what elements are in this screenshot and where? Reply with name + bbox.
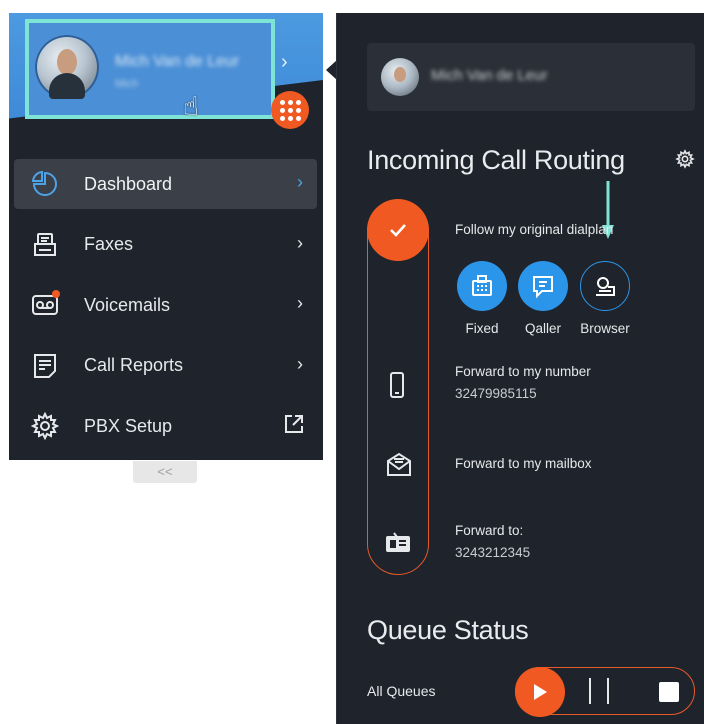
sidebar-item-dashboard[interactable]: Dashboard › <box>14 159 317 209</box>
sidebar-item-label: Call Reports <box>84 355 184 375</box>
hand-cursor-icon: ☝ <box>183 91 199 121</box>
sidebar-item-label: Dashboard <box>84 173 173 194</box>
device-fixed-button[interactable] <box>457 261 507 311</box>
device-browser-label: Browser <box>580 321 630 336</box>
sidebar-item-faxes[interactable]: Faxes › <box>14 220 317 270</box>
sidebar-item-voicemails[interactable]: Voicemails › <box>14 280 317 330</box>
user-subtitle: Mich <box>115 78 139 90</box>
user-profile-button[interactable]: Mich Van de Leur Mich ☝ <box>25 19 275 121</box>
mobile-phone-icon[interactable] <box>385 371 409 404</box>
device-qaller-button[interactable] <box>518 261 568 311</box>
avatar <box>35 35 99 99</box>
dialplan-option-selected[interactable] <box>367 199 429 261</box>
sidebar-item-call-reports[interactable]: Call Reports › <box>14 341 317 391</box>
dialpad-button[interactable] <box>271 91 309 129</box>
chevron-right-icon: › <box>297 172 303 192</box>
queue-label: All Queues <box>367 683 436 699</box>
panel-user-card[interactable]: Mich Van de Leur <box>367 43 695 111</box>
fax-icon <box>30 230 60 260</box>
sidebar: Mich Van de Leur Mich ☝ › Dashboard › Fa… <box>9 13 323 460</box>
device-browser-button[interactable] <box>580 261 630 311</box>
device-qaller-label: Qaller <box>524 321 561 336</box>
sidebar-item-pbx-setup[interactable]: PBX Setup <box>14 401 317 451</box>
routing-title: Incoming Call Routing <box>367 145 625 175</box>
notification-badge <box>52 290 60 298</box>
chevron-right-icon: › <box>297 293 303 313</box>
chevron-right-icon: › <box>297 232 303 253</box>
report-icon <box>30 351 60 381</box>
voicemail-icon <box>30 290 60 320</box>
option-number-value: 32479985115 <box>455 386 537 401</box>
sidebar-item-label: PBX Setup <box>84 415 173 436</box>
chevron-right-icon: › <box>297 353 303 374</box>
external-link-icon <box>283 413 305 440</box>
avatar <box>381 58 419 96</box>
gear-icon <box>30 411 60 441</box>
pause-button[interactable] <box>589 678 609 704</box>
option-number-label: Forward to my number <box>455 364 591 379</box>
sidebar-nav: Dashboard › Faxes › Voicemails › Call Re… <box>14 159 317 460</box>
call-routing-panel: Mich Van de Leur Incoming Call Routing F… <box>336 13 704 724</box>
mailbox-icon[interactable] <box>385 451 413 482</box>
play-button[interactable] <box>515 667 565 717</box>
sidebar-item-label: Voicemails <box>84 294 171 315</box>
queue-title: Queue Status <box>367 615 529 645</box>
option-dialplan-label: Follow my original dialplan <box>455 222 614 237</box>
pie-chart-icon <box>30 169 60 199</box>
chevron-right-icon[interactable]: › <box>281 51 288 74</box>
option-forward-value: 3243212345 <box>455 545 531 560</box>
stop-button[interactable] <box>659 682 679 702</box>
user-name: Mich Van de Leur <box>115 53 240 70</box>
device-fixed-label: Fixed <box>465 321 499 336</box>
sidebar-header: Mich Van de Leur Mich ☝ › <box>9 13 323 148</box>
option-forward-label: Forward to: <box>455 523 524 538</box>
forward-device-icon[interactable] <box>385 532 411 559</box>
user-name: Mich Van de Leur <box>431 67 548 84</box>
option-mailbox-label: Forward to my mailbox <box>455 456 592 471</box>
sidebar-item-label: Faxes <box>84 234 134 254</box>
gear-icon[interactable] <box>675 149 695 174</box>
collapse-sidebar-button[interactable]: << <box>133 461 197 483</box>
